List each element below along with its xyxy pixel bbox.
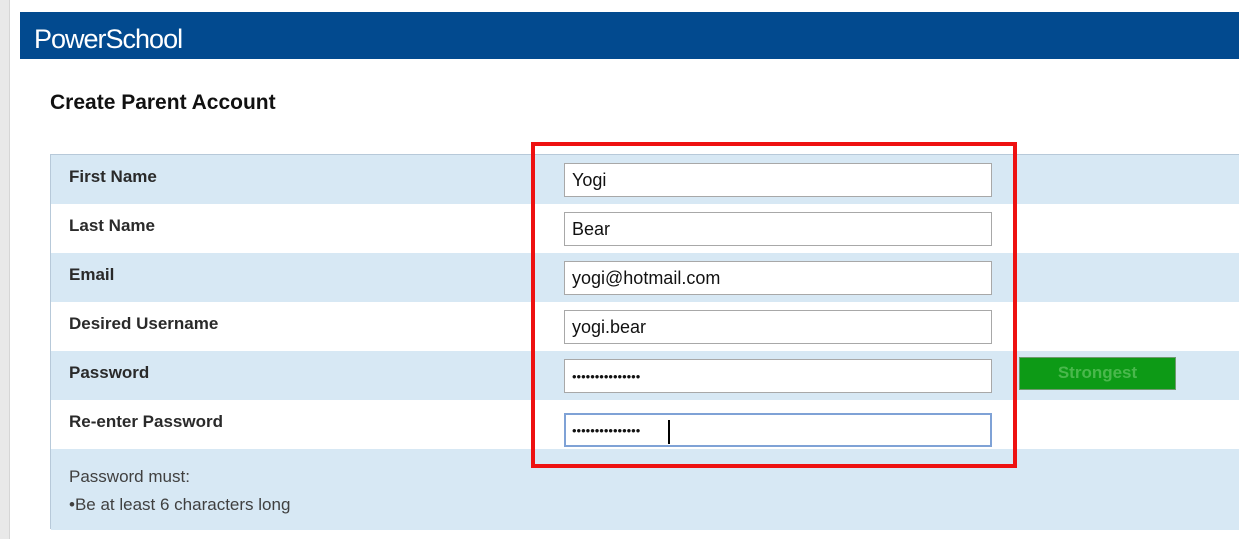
password-label: Password [69, 363, 150, 382]
form-row-last-name: Last Name [51, 204, 1239, 253]
form-row-username: Desired Username [51, 302, 1239, 351]
form-row-email: Email [51, 253, 1239, 302]
window-edge [0, 0, 10, 539]
form-row-password: Password Strongest [51, 351, 1239, 400]
email-label: Email [69, 265, 115, 284]
last-name-input[interactable] [564, 212, 992, 246]
password-rule-item: •Be at least 6 characters long [69, 495, 291, 514]
first-name-input[interactable] [564, 163, 992, 197]
password-input[interactable] [564, 359, 992, 393]
reenter-password-label: Re-enter Password [69, 412, 223, 431]
last-name-label: Last Name [69, 216, 155, 235]
form-row-first-name: First Name [51, 155, 1239, 204]
password-strength-meter: Strongest [1019, 357, 1176, 390]
reenter-password-input[interactable] [564, 413, 992, 447]
header-banner: PowerSchool [20, 12, 1239, 59]
page: PowerSchool Create Parent Account First … [0, 0, 1239, 539]
email-input[interactable] [564, 261, 992, 295]
first-name-label: First Name [69, 167, 157, 186]
page-title: Create Parent Account [50, 91, 276, 114]
powerschool-logo: PowerSchool [34, 24, 183, 54]
password-rules: Password must: •Be at least 6 characters… [51, 455, 1239, 530]
form-row-reenter-password: Re-enter Password [51, 400, 1239, 449]
username-label: Desired Username [69, 314, 219, 333]
username-input[interactable] [564, 310, 992, 344]
text-cursor [668, 420, 670, 444]
create-account-form: First Name Last Name Email Desired Usern… [50, 154, 1239, 530]
password-rules-heading: Password must: [69, 467, 190, 486]
